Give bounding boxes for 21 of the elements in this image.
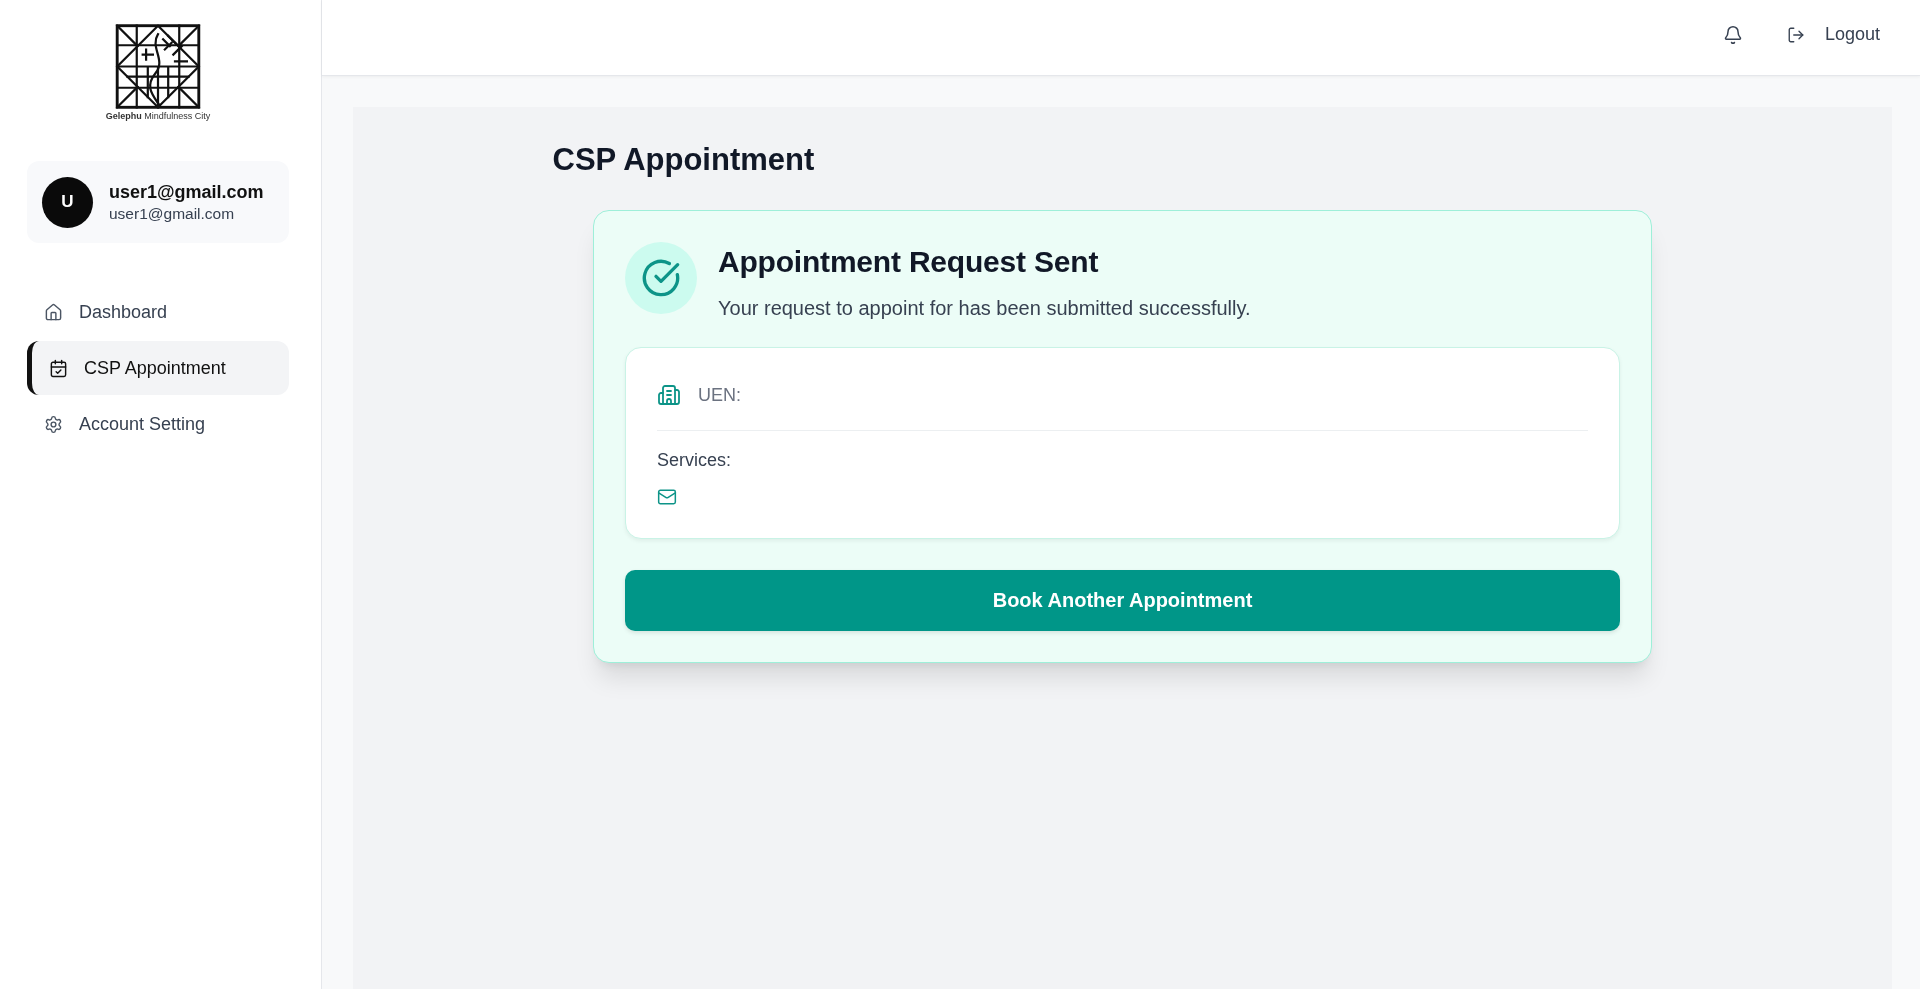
sidebar-item[interactable]: CSP Appointment: [27, 341, 289, 395]
services-label: Services:: [657, 449, 733, 472]
gear-icon: [44, 414, 63, 434]
logo-caption: Gelephu Mindfulness City: [105, 111, 211, 122]
bell-icon[interactable]: [1722, 24, 1743, 45]
user-email: user1@gmail.com: [109, 203, 236, 224]
book-another-button[interactable]: Book Another Appointment: [625, 570, 1620, 631]
home-icon: [44, 302, 63, 322]
logout-button[interactable]: Logout: [1786, 24, 1880, 45]
avatar: U: [42, 176, 93, 228]
sidebar-item[interactable]: Account Setting: [27, 397, 289, 451]
calendar-check-icon: [49, 358, 68, 378]
logout-icon: [1786, 25, 1805, 44]
user-name: user1@gmail.com: [109, 180, 264, 203]
sidebar-item[interactable]: Dashboard: [27, 285, 289, 339]
page-title: CSP Appointment: [552, 142, 816, 178]
mail-icon: [657, 487, 677, 507]
confirmation-title: Appointment Request Sent: [718, 244, 1100, 280]
building-icon: [657, 382, 681, 407]
uen-label: UEN:: [698, 383, 741, 407]
confirmation-message: Your request to appoint for has been submitted successfully.: [718, 296, 1251, 321]
